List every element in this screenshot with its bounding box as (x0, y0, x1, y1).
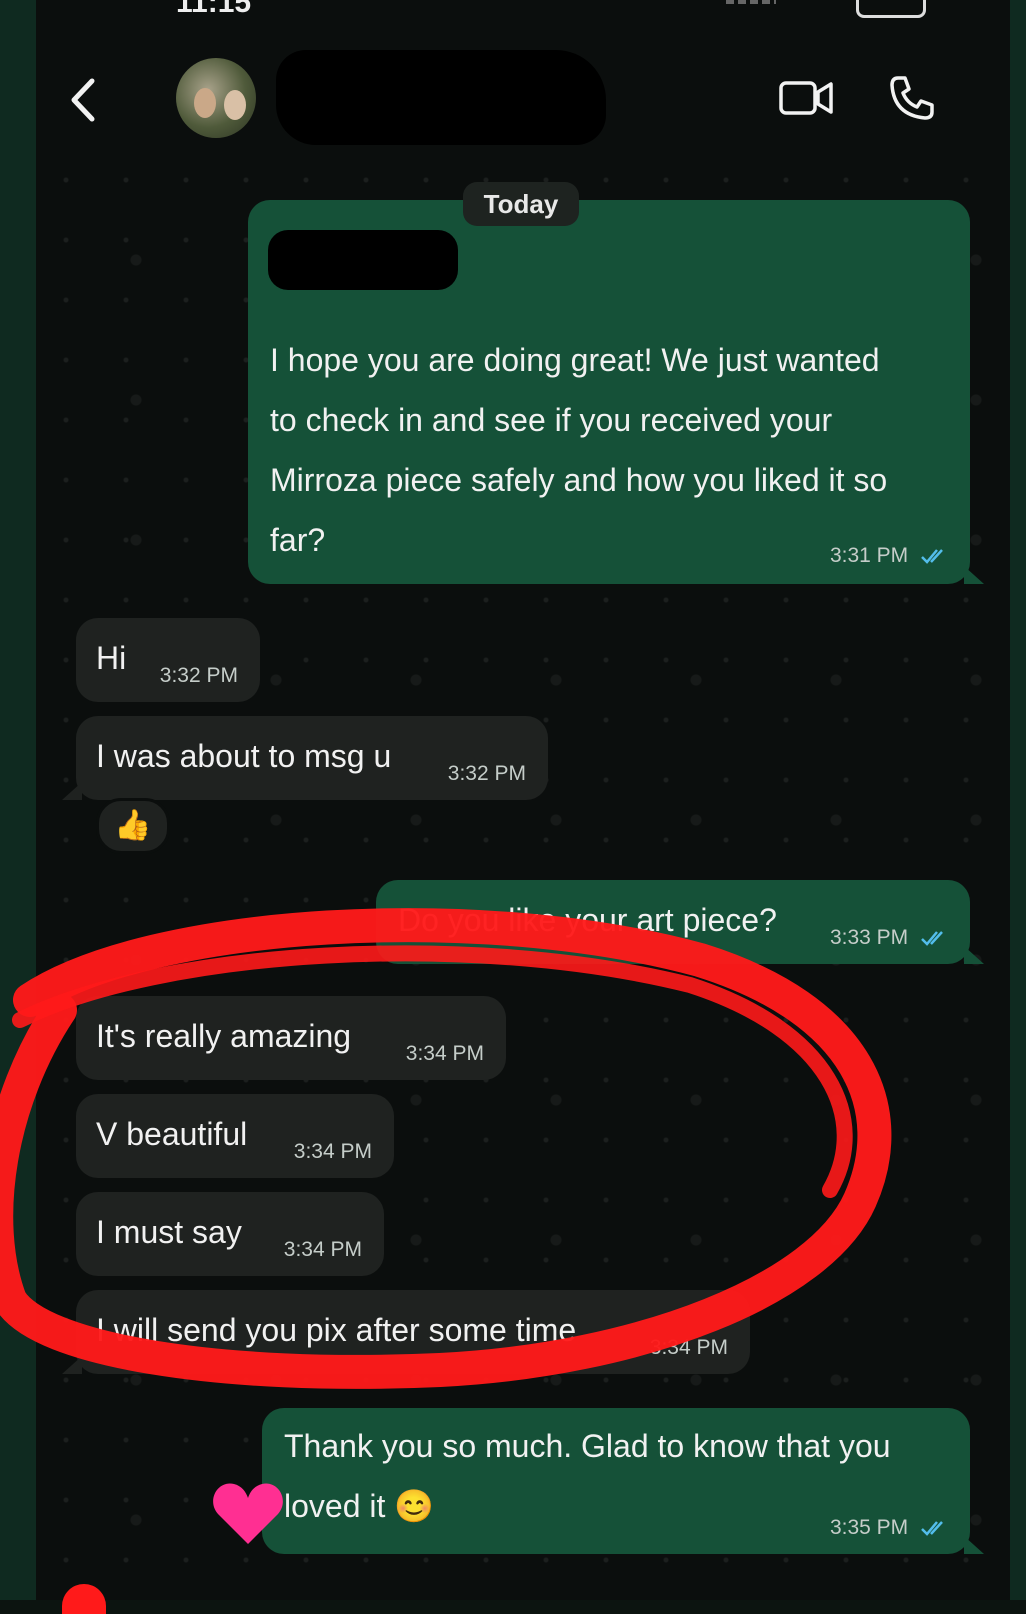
message-time: 3:34 PM (293, 1140, 372, 1163)
status-time: 11:15 (176, 0, 252, 19)
video-call-button[interactable] (778, 78, 834, 118)
message-time: 3:34 PM (649, 1336, 728, 1359)
signal-icon (726, 0, 786, 6)
read-ticks-icon (921, 1521, 943, 1537)
back-button[interactable] (64, 75, 104, 125)
background-right-edge (1010, 0, 1026, 1600)
message-time: 3:35 PM (830, 1516, 948, 1540)
status-bar: 11:15 (36, 0, 1010, 20)
message-text: I must say (96, 1214, 242, 1250)
read-ticks-icon (921, 931, 943, 947)
message-text: Hi (96, 640, 127, 676)
voice-call-button[interactable] (888, 74, 936, 122)
redacted-greeting (268, 230, 458, 290)
chat-header (36, 20, 1010, 150)
read-ticks-icon (921, 549, 943, 565)
message-incoming[interactable]: V beautiful 3:34 PM (76, 1094, 394, 1178)
message-outgoing[interactable]: Do you like your art piece? 3:33 PM (376, 880, 984, 964)
battery-icon (856, 0, 926, 18)
phone-icon (890, 76, 934, 120)
message-text: Do you like your art piece? (398, 902, 777, 938)
message-time: 3:32 PM (447, 762, 526, 785)
message-time: 3:33 PM (830, 926, 948, 950)
message-text-line: to check in and see if you received your (270, 402, 833, 438)
message-text: I was about to msg u (96, 738, 392, 774)
reaction-thumbs-up[interactable]: 👍 (96, 798, 170, 854)
message-text-line: Thank you so much. Glad to know that you (284, 1428, 891, 1464)
message-time: 3:31 PM (830, 544, 948, 568)
background-left-edge (0, 0, 36, 1600)
message-text: It's really amazing (96, 1018, 352, 1054)
message-incoming[interactable]: Hi 3:32 PM (76, 618, 260, 702)
date-separator: Today (463, 182, 579, 226)
message-text-line: I hope you are doing great! We just want… (270, 342, 880, 378)
video-camera-icon (779, 81, 833, 115)
message-time: 3:34 PM (405, 1042, 484, 1065)
chat-area: I hope you are doing great! We just want… (36, 150, 1010, 1600)
message-incoming[interactable]: It's really amazing 3:34 PM (76, 996, 506, 1080)
contact-name-redacted[interactable] (276, 50, 606, 145)
message-outgoing[interactable]: I hope you are doing great! We just want… (248, 200, 984, 584)
chevron-left-icon (71, 78, 95, 122)
message-outgoing[interactable]: Thank you so much. Glad to know that you… (262, 1408, 984, 1554)
message-text: I will send you pix after some time (96, 1312, 577, 1348)
contact-avatar[interactable] (176, 58, 256, 138)
message-incoming[interactable]: I must say 3:34 PM (76, 1192, 384, 1276)
message-text: V beautiful (96, 1116, 248, 1152)
message-text-line: Mirroza piece safely and how you liked i… (270, 462, 888, 498)
message-incoming[interactable]: I was about to msg u 3:32 PM (62, 716, 548, 800)
message-time: 3:34 PM (283, 1238, 362, 1261)
message-incoming[interactable]: I will send you pix after some time 3:34… (62, 1290, 750, 1374)
phone-screen: 11:15 I hope you are doing great! We jus… (36, 0, 1010, 1600)
message-time: 3:32 PM (159, 664, 238, 687)
